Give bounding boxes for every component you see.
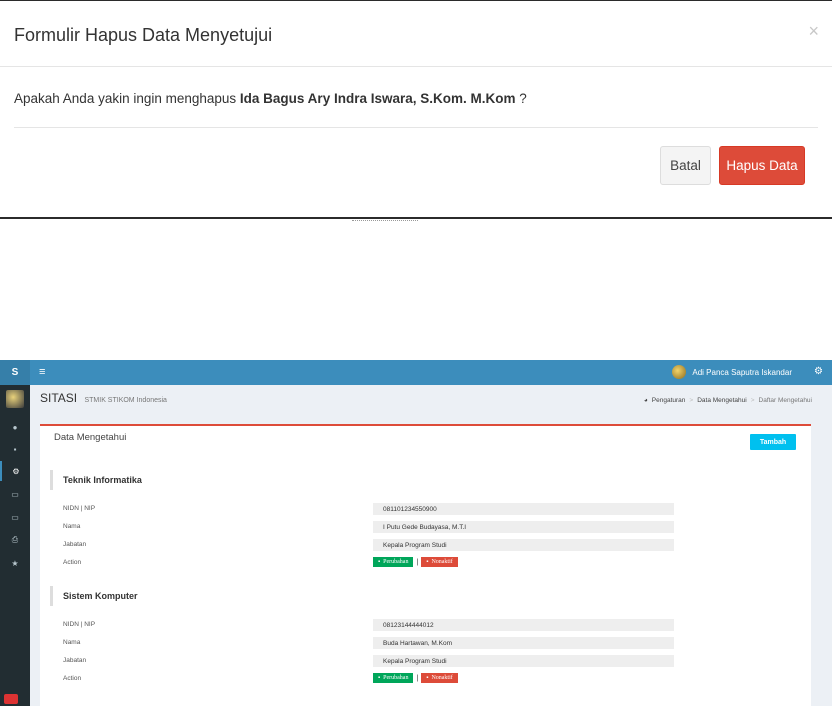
edit-button[interactable]: ▪ Perubahan [373, 673, 414, 683]
modal-message: Apakah Anda yakin ingin menghapus Ida Ba… [14, 91, 527, 106]
question-prefix: Apakah Anda yakin ingin menghapus [14, 91, 240, 106]
app-window: S ≡ Adi Panca Saputra Iskandar ⚙ ● ▪ ⚙ ▭… [0, 360, 832, 706]
modal-header: Formulir Hapus Data Menyetujui × [0, 1, 832, 67]
edit-button[interactable]: ▪ Perubahan [373, 557, 414, 567]
deactivate-label: Nonaktif [431, 559, 453, 565]
page-header: SITASI STMIK STIKOM Indonesia [40, 391, 167, 405]
modal-title: Formulir Hapus Data Menyetujui [14, 25, 273, 45]
trash-icon: ▪ [378, 559, 381, 565]
gears-icon[interactable]: ⚙ [0, 461, 30, 481]
field-label: Nama [63, 639, 81, 646]
top-navbar: ≡ Adi Panca Saputra Iskandar ⚙ [30, 360, 832, 385]
star-icon[interactable]: ★ [0, 553, 30, 573]
breadcrumb-item[interactable]: Pengaturan [652, 397, 686, 404]
nama-value: I Putu Gede Budayasa, M.T.I [373, 521, 674, 533]
trash-icon: ▪ [426, 675, 429, 681]
edit-label: Perubahan [383, 675, 409, 681]
delete-button[interactable]: Hapus Data [719, 146, 805, 185]
dashboard-icon: ◕ [643, 397, 648, 404]
jabatan-value: Kepala Program Studi [373, 655, 674, 667]
trash-icon: ▪ [378, 675, 381, 681]
deactivate-button[interactable]: ▪ Nonaktif [421, 557, 458, 567]
brand-subtitle: STMIK STIKOM Indonesia [84, 397, 167, 404]
monitor-icon[interactable]: ▭ [0, 507, 30, 527]
globe-icon[interactable]: ● [0, 417, 30, 437]
nama-value: Buda Hartawan, M.Kom [373, 637, 674, 649]
desktop-icon[interactable]: ▭ [0, 484, 30, 504]
breadcrumb: ◕ Pengaturan > Data Mengetahui > Daftar … [644, 397, 812, 404]
field-label: Action [63, 675, 82, 682]
print-icon[interactable]: ⎙ [0, 530, 30, 550]
box-title: Data Mengetahui [54, 432, 127, 443]
user-name: Adi Panca Saputra Iskandar [692, 367, 792, 377]
question-suffix: ? [515, 91, 527, 106]
breadcrumb-item[interactable]: Data Mengetahui [697, 397, 747, 404]
section-title: Sistem Komputer [50, 586, 138, 606]
breadcrumb-separator: > [689, 397, 694, 404]
trash-icon: ▪ [426, 559, 429, 565]
delete-confirm-modal: Formulir Hapus Data Menyetujui × Apakah … [0, 0, 832, 219]
add-button[interactable]: Tambah [750, 434, 796, 450]
settings-icon[interactable]: ⚙ [814, 366, 823, 377]
close-icon[interactable]: × [808, 21, 819, 42]
data-box: Data Mengetahui Tambah Teknik Informatik… [40, 424, 811, 706]
nidn-value: 081101234550900 [373, 503, 674, 515]
field-label: Jabatan [63, 541, 87, 548]
sidebar-avatar [6, 390, 24, 408]
edit-label: Perubahan [383, 559, 409, 565]
jabatan-value: Kepala Program Studi [373, 539, 674, 551]
breadcrumb-separator: > [750, 397, 755, 404]
nidn-value: 08123144444012 [373, 619, 674, 631]
action-separator: | [416, 674, 419, 682]
database-icon[interactable]: ▪ [0, 439, 30, 459]
brand-title: SITASI [40, 391, 78, 405]
action-group: ▪ Perubahan | ▪ Nonaktif [373, 673, 458, 683]
target-name: Ida Bagus Ary Indra Iswara, S.Kom. M.Kom [239, 91, 516, 106]
modal-divider [14, 127, 818, 128]
app-logo[interactable]: S [0, 360, 30, 385]
deactivate-label: Nonaktif [431, 675, 453, 681]
sidebar: ● ▪ ⚙ ▭ ▭ ⎙ ★ [0, 385, 30, 706]
section-title: Teknik Informatika [50, 470, 142, 490]
action-separator: | [416, 558, 419, 566]
field-label: NIDN | NIP [63, 505, 96, 512]
field-label: Jabatan [63, 657, 87, 664]
divider [352, 220, 418, 221]
menu-icon[interactable]: ≡ [39, 366, 45, 378]
flag-icon [4, 694, 18, 704]
deactivate-button[interactable]: ▪ Nonaktif [421, 673, 458, 683]
action-group: ▪ Perubahan | ▪ Nonaktif [373, 557, 458, 567]
field-label: Nama [63, 523, 81, 530]
cancel-button[interactable]: Batal [660, 146, 711, 185]
user-menu[interactable]: Adi Panca Saputra Iskandar [672, 365, 792, 379]
avatar [672, 365, 687, 379]
breadcrumb-current: Daftar Mengetahui [758, 397, 812, 404]
field-label: NIDN | NIP [63, 621, 96, 628]
field-label: Action [63, 559, 82, 566]
